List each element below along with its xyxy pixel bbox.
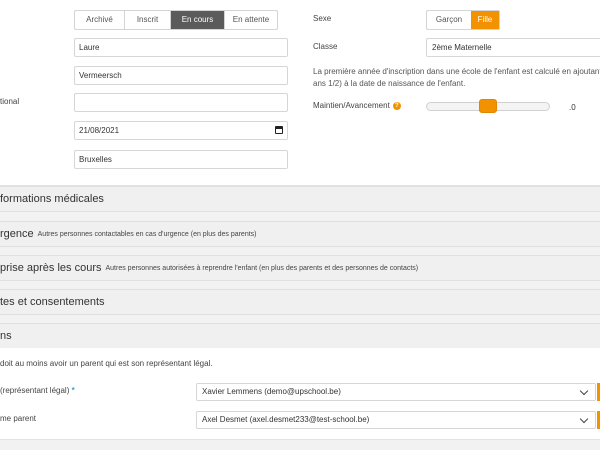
parent-1-select[interactable]: Xavier Lemmens (demo@upschool.be) — [196, 383, 596, 401]
section-parents[interactable]: ns — [0, 323, 600, 349]
chevron-down-icon — [579, 414, 589, 424]
classe-select[interactable]: 2ème Maternelle — [426, 38, 600, 57]
section-title: rgence — [0, 228, 34, 240]
enrollment-note: La première année d'inscription dans une… — [313, 67, 600, 88]
maintien-slider-thumb[interactable] — [479, 99, 497, 113]
section-subtitle: Autres personnes autorisées à reprendre … — [105, 264, 419, 272]
section-title: prise après les cours — [0, 262, 102, 274]
required-mark: * — [71, 386, 75, 395]
parent-2-label: me parent — [0, 414, 37, 423]
chevron-down-icon — [579, 386, 589, 396]
birth-place-field[interactable]: Bruxelles — [74, 150, 288, 169]
maintien-label: Maintien/Avancement? — [313, 101, 401, 110]
birth-date-value: 21/08/2021 — [79, 126, 120, 135]
status-tab-en-attente[interactable]: En attente — [225, 11, 277, 29]
status-tab-archive[interactable]: Archivé — [75, 11, 125, 29]
sexe-option-garcon[interactable]: Garçon — [427, 11, 471, 29]
section-title: formations médicales — [0, 193, 104, 205]
parent-1-label-text: (représentant légal) — [0, 386, 70, 395]
birth-date-field[interactable]: 21/08/2021 — [74, 121, 288, 140]
status-segmented-control: Archivé Inscrit En cours En attente — [74, 10, 278, 30]
maintien-label-text: Maintien/Avancement — [313, 101, 390, 110]
parent-2-value: Axel Desmet (axel.desmet233@test-school.… — [202, 415, 370, 424]
help-icon[interactable]: ? — [392, 102, 401, 110]
section-consents[interactable]: tes et consentements — [0, 289, 600, 315]
parent-1-label: (représentant légal) * — [0, 386, 75, 395]
sexe-segmented-control: Garçon Fille — [426, 10, 500, 30]
child-info-panel: Archivé Inscrit En cours En attente Laur… — [0, 0, 600, 186]
parent-1-value: Xavier Lemmens (demo@upschool.be) — [202, 387, 341, 396]
status-tab-en-cours[interactable]: En cours — [171, 11, 225, 29]
sexe-option-fille[interactable]: Fille — [471, 11, 499, 29]
maintien-value: .0 — [569, 103, 576, 112]
sexe-label: Sexe — [313, 14, 332, 23]
parents-panel: doit au moins avoir un parent qui est so… — [0, 348, 600, 440]
section-title: ns — [0, 330, 12, 342]
status-tab-inscrit[interactable]: Inscrit — [125, 11, 171, 29]
section-title: tes et consentements — [0, 296, 105, 308]
section-subtitle: Autres personnes contactables en cas d'u… — [37, 230, 257, 238]
last-name-field[interactable]: Vermeersch — [74, 66, 288, 85]
parents-note: doit au moins avoir un parent qui est so… — [0, 359, 213, 368]
parent-2-select[interactable]: Axel Desmet (axel.desmet233@test-school.… — [196, 411, 596, 429]
national-number-label: tional — [0, 97, 20, 106]
section-pickup[interactable]: prise après les cours Autres personnes a… — [0, 255, 600, 281]
national-number-field[interactable] — [74, 93, 288, 112]
first-name-field[interactable]: Laure — [74, 38, 288, 57]
section-emergency[interactable]: rgence Autres personnes contactables en … — [0, 221, 600, 247]
classe-label: Classe — [313, 42, 338, 51]
section-medical-info[interactable]: formations médicales — [0, 186, 600, 212]
calendar-icon[interactable] — [275, 126, 283, 134]
